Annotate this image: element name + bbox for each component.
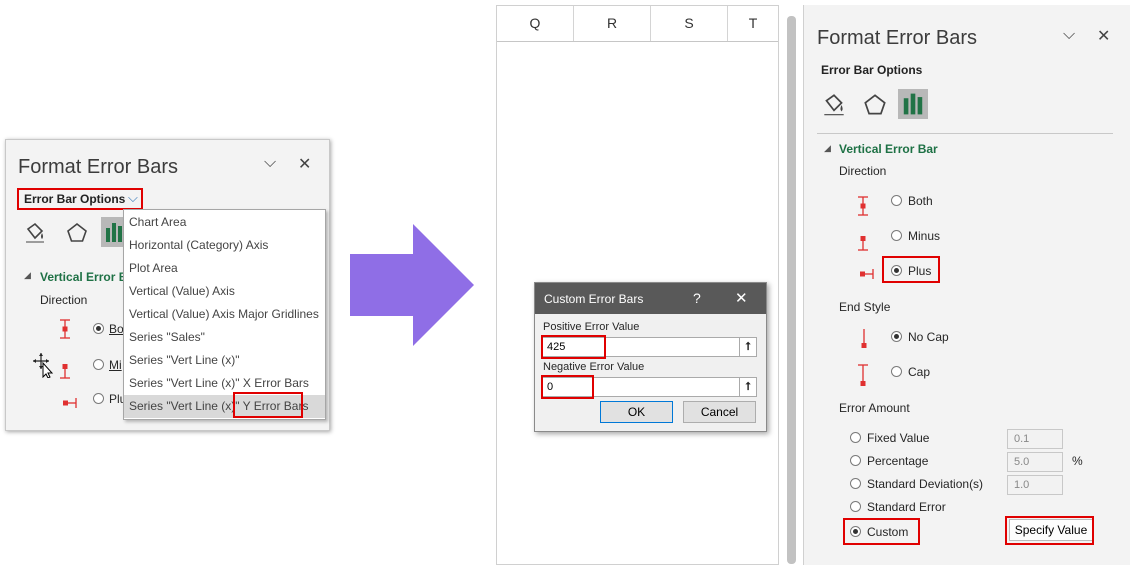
minus-direction-icon	[58, 362, 72, 383]
minus-radio-label: Mi	[109, 358, 122, 372]
no-cap-radio-label: No Cap	[908, 330, 949, 344]
column-header-q[interactable]: Q	[497, 6, 574, 41]
both-direction-icon	[58, 318, 72, 343]
both-radio[interactable]	[891, 195, 902, 206]
fill-line-icon[interactable]	[820, 91, 848, 119]
standard-error-label: Standard Error	[867, 500, 946, 514]
close-icon[interactable]: ✕	[1097, 26, 1110, 46]
percentage-label: Percentage	[867, 454, 929, 468]
minus-radio-label: Minus	[908, 229, 941, 243]
dialog-titlebar: Custom Error Bars ? ✕	[535, 283, 766, 314]
bar-chart-options-icon[interactable]	[898, 89, 928, 119]
section-expand-icon[interactable]: ◢	[824, 143, 831, 154]
plus-direction-icon	[859, 267, 877, 284]
positive-range-picker-icon[interactable]: ⭡	[739, 337, 757, 357]
right-arrow-icon	[350, 224, 475, 349]
end-style-label: End Style	[839, 300, 891, 314]
stddev-input[interactable]: 1.0	[1007, 475, 1063, 495]
cap-radio[interactable]	[891, 366, 902, 377]
collapse-chevron-icon[interactable]: ⌵	[1063, 26, 1075, 44]
column-header-row: Q R S T	[497, 6, 778, 42]
stddev-radio[interactable]	[850, 478, 861, 489]
collapse-chevron-icon[interactable]: ⌵	[264, 154, 276, 172]
cancel-button[interactable]: Cancel	[683, 401, 756, 423]
effects-pentagon-icon[interactable]	[861, 91, 889, 119]
vertical-error-bar-heading: Vertical Error Bar	[839, 142, 938, 156]
right-pane-title: Format Error Bars	[817, 27, 978, 49]
right-format-pane: Format Error Bars ⌵ ✕ Error Bar Options …	[803, 5, 1130, 565]
fixed-value-label: Fixed Value	[867, 431, 930, 445]
menu-item-vertical-axis[interactable]: Vertical (Value) Axis	[124, 280, 325, 303]
minus-radio[interactable]	[891, 230, 902, 241]
tab-underline	[817, 133, 1113, 134]
error-amount-label: Error Amount	[839, 401, 910, 415]
percent-sign: %	[1072, 454, 1083, 468]
plus-radio[interactable]	[93, 393, 104, 404]
no-cap-radio[interactable]	[891, 331, 902, 342]
vertical-error-bar-heading: Vertical Error B	[40, 270, 128, 284]
section-expand-icon[interactable]: ◢	[24, 270, 31, 281]
negative-error-label: Negative Error Value	[543, 361, 645, 373]
error-bar-options-label[interactable]: Error Bar Options	[821, 63, 922, 77]
standard-error-radio[interactable]	[850, 501, 861, 512]
direction-label: Direction	[839, 164, 887, 178]
scrollbar-thumb[interactable]	[787, 16, 796, 564]
ok-button[interactable]: OK	[600, 401, 673, 423]
stddev-label: Standard Deviation(s)	[867, 477, 984, 491]
cap-icon	[856, 363, 870, 390]
column-header-s[interactable]: S	[651, 6, 728, 41]
custom-error-bars-dialog: Custom Error Bars ? ✕ Positive Error Val…	[534, 282, 767, 432]
fixed-value-input[interactable]: 0.1	[1007, 429, 1063, 449]
menu-item-vertical-gridlines[interactable]: Vertical (Value) Axis Major Gridlines	[124, 303, 325, 326]
column-header-r[interactable]: R	[574, 6, 651, 41]
direction-label: Direction	[40, 293, 88, 307]
negative-range-picker-icon[interactable]: ⭡	[739, 377, 757, 397]
fixed-value-radio[interactable]	[850, 432, 861, 443]
chart-element-menu: Chart Area Horizontal (Category) Axis Pl…	[123, 209, 326, 420]
both-radio-label: Bo	[109, 322, 124, 336]
minus-radio[interactable]	[93, 359, 104, 370]
left-pane-title: Format Error Bars	[18, 156, 179, 178]
both-radio-label: Both	[908, 194, 933, 208]
plus-direction-icon	[62, 396, 80, 413]
close-icon[interactable]: ✕	[298, 154, 311, 174]
percentage-input[interactable]: 5.0	[1007, 452, 1063, 472]
percentage-radio[interactable]	[850, 455, 861, 466]
menu-item-plot-area[interactable]: Plot Area	[124, 257, 325, 280]
no-cap-icon	[859, 327, 869, 354]
both-direction-icon	[856, 195, 870, 220]
menu-item-series-vert-line[interactable]: Series "Vert Line (x)"	[124, 349, 325, 372]
menu-item-horizontal-axis[interactable]: Horizontal (Category) Axis	[124, 234, 325, 257]
effects-pentagon-icon[interactable]	[64, 220, 90, 246]
help-icon[interactable]: ?	[693, 290, 701, 306]
column-header-t[interactable]: T	[728, 6, 778, 41]
menu-item-chart-area[interactable]: Chart Area	[124, 211, 325, 234]
both-radio[interactable]	[93, 323, 104, 334]
dialog-close-icon[interactable]: ✕	[735, 289, 748, 307]
move-cursor-icon	[32, 352, 54, 381]
minus-direction-icon	[856, 234, 870, 255]
menu-item-series-sales[interactable]: Series "Sales"	[124, 326, 325, 349]
dialog-title: Custom Error Bars	[544, 292, 644, 306]
cap-radio-label: Cap	[908, 365, 931, 379]
fill-line-icon[interactable]	[22, 220, 48, 246]
positive-error-label: Positive Error Value	[543, 321, 640, 333]
